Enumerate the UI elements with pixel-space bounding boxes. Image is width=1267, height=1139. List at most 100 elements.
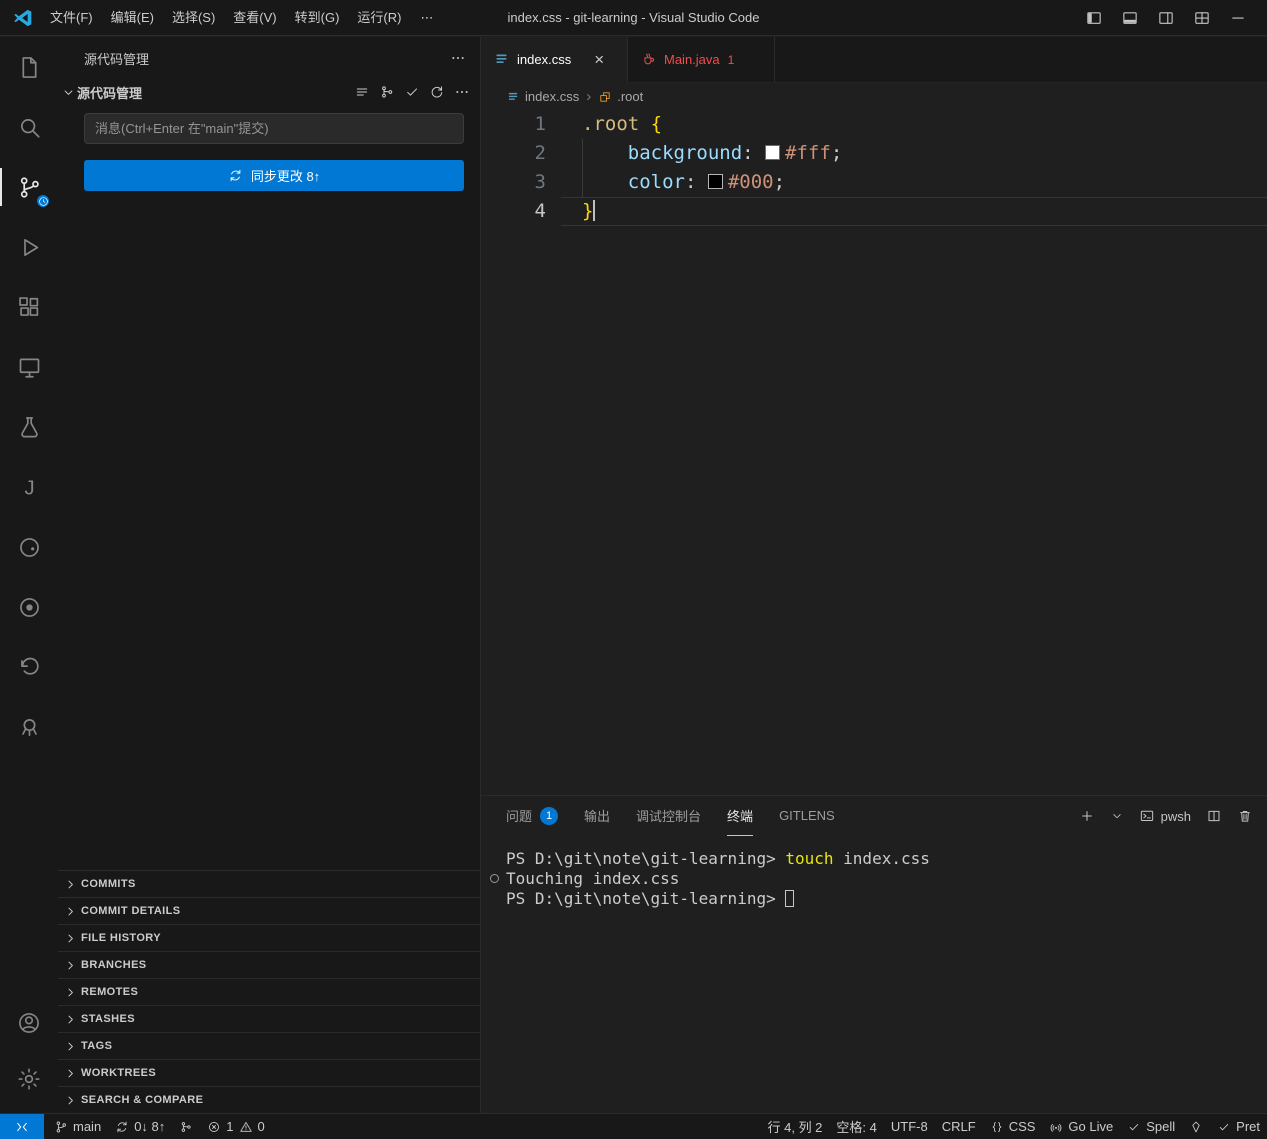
panel-tab[interactable]: 终端 — [727, 796, 753, 836]
minimize-icon[interactable] — [1225, 6, 1251, 30]
activity-bar-item[interactable] — [0, 697, 58, 757]
menu-item[interactable]: 文件(F) — [41, 5, 102, 31]
sidebar-section-header[interactable]: STASHES — [58, 1005, 480, 1032]
problems-indicator[interactable]: 1 0 — [200, 1114, 271, 1139]
terminal-shell-item[interactable]: pwsh — [1139, 808, 1191, 824]
sync-status[interactable]: 0↓ 8↑ — [108, 1114, 172, 1139]
color-swatch[interactable] — [708, 174, 723, 189]
window-title: index.css - git-learning - Visual Studio… — [508, 10, 760, 25]
toggle-secondary-sidebar-icon[interactable] — [1153, 6, 1179, 30]
section-label: SEARCH & COMPARE — [81, 1094, 203, 1106]
encoding-setting[interactable]: UTF-8 — [884, 1114, 935, 1139]
activity-bar-item[interactable] — [0, 217, 58, 277]
close-icon[interactable]: × — [594, 51, 604, 68]
split-editor-icon — [1206, 808, 1222, 824]
go-live-button[interactable]: Go Live — [1042, 1114, 1120, 1139]
breadcrumb-item[interactable]: .root — [598, 89, 643, 104]
octopus-icon — [16, 714, 43, 741]
menu-item[interactable]: 选择(S) — [163, 5, 224, 31]
panel-tab[interactable]: 输出 — [584, 796, 610, 836]
minimize-icon — [1229, 9, 1247, 27]
code-line[interactable]: 4} — [481, 197, 1267, 226]
panel-tab[interactable]: GITLENS — [779, 796, 835, 836]
check-icon — [1217, 1120, 1231, 1134]
customize-layout-icon[interactable] — [1189, 6, 1215, 30]
language-mode[interactable]: CSS — [983, 1114, 1043, 1139]
chevron-down-icon — [61, 85, 76, 100]
activity-bar-item[interactable] — [0, 1051, 58, 1107]
remote-indicator[interactable] — [0, 1114, 44, 1139]
gitlens-status[interactable] — [1182, 1114, 1210, 1139]
code-area[interactable]: 1.root {2 background: #fff;3 color: #000… — [481, 110, 1267, 226]
menu-item[interactable]: 查看(V) — [224, 5, 285, 31]
split-terminal-icon[interactable] — [1206, 808, 1222, 824]
layout-sidebar-right-icon — [1157, 9, 1175, 27]
more-icon[interactable] — [454, 84, 470, 100]
css-file-icon — [506, 90, 520, 104]
commit-check-icon[interactable] — [404, 84, 420, 100]
commit-message-input[interactable] — [84, 113, 464, 144]
panel-tab[interactable]: 问题1 — [506, 796, 558, 836]
language-label: CSS — [1009, 1119, 1036, 1134]
view-list-icon[interactable] — [354, 84, 370, 100]
activity-bar-item[interactable] — [0, 517, 58, 577]
cursor-position[interactable]: 行 4, 列 2 — [761, 1114, 830, 1139]
sidebar-section-header[interactable]: SEARCH & COMPARE — [58, 1086, 480, 1113]
scm-section-header[interactable]: 源代码管理 — [58, 79, 480, 105]
sidebar-section-header[interactable]: WORKTREES — [58, 1059, 480, 1086]
sidebar-section-header[interactable]: COMMIT DETAILS — [58, 897, 480, 924]
activity-bar-item[interactable] — [0, 995, 58, 1051]
sidebar-section-header[interactable]: TAGS — [58, 1032, 480, 1059]
editor-tab[interactable]: Main.java1 — [628, 37, 775, 82]
sidebar-section-header[interactable]: REMOTES — [58, 978, 480, 1005]
kill-terminal-icon[interactable] — [1237, 808, 1253, 824]
editor-tab[interactable]: index.css× — [481, 37, 628, 83]
sidebar-section-header[interactable]: FILE HISTORY — [58, 924, 480, 951]
prettier-status[interactable]: Pret — [1210, 1114, 1267, 1139]
toggle-sidebar-icon[interactable] — [1081, 6, 1107, 30]
line-number: 4 — [481, 197, 561, 226]
trash-icon — [1237, 808, 1253, 824]
activity-bar-item[interactable]: J — [0, 457, 58, 517]
menu-item[interactable]: 转到(G) — [286, 5, 349, 31]
sync-changes-button[interactable]: 同步更改 8↑ — [84, 160, 464, 191]
toggle-panel-icon[interactable] — [1117, 6, 1143, 30]
commit-graph-icon[interactable] — [379, 84, 395, 100]
terminal-dropdown-icon[interactable] — [1110, 809, 1124, 823]
branch-indicator[interactable]: main — [47, 1114, 108, 1139]
color-swatch[interactable] — [765, 145, 780, 160]
menu-item[interactable]: 编辑(E) — [102, 5, 163, 31]
refresh-icon[interactable] — [429, 84, 445, 100]
activity-bar-item[interactable] — [0, 277, 58, 337]
sidebar-section-header[interactable]: BRANCHES — [58, 951, 480, 978]
new-terminal-icon[interactable] — [1079, 808, 1095, 824]
activity-bar-item[interactable] — [0, 157, 58, 217]
terminal[interactable]: PS D:\git\note\git-learning> touch index… — [481, 836, 1267, 909]
activity-bar-item[interactable] — [0, 37, 58, 97]
section-label: COMMITS — [81, 878, 136, 890]
eol-setting[interactable]: CRLF — [935, 1114, 983, 1139]
more-actions-icon[interactable] — [450, 50, 466, 66]
chevron-right-icon — [63, 1066, 78, 1081]
sidebar-section-header[interactable]: COMMITS — [58, 870, 480, 897]
panel-tab[interactable]: 调试控制台 — [636, 796, 701, 836]
code-line[interactable]: 3 color: #000; — [481, 168, 1267, 197]
activity-bar-item[interactable] — [0, 97, 58, 157]
menu-overflow-button[interactable]: ⋯ — [410, 10, 443, 26]
breadcrumb-item[interactable]: index.css — [506, 89, 579, 104]
command-decoration-icon[interactable] — [490, 874, 499, 883]
terminal-line: Touching index.css — [506, 869, 1267, 889]
commit-graph-button[interactable] — [172, 1114, 200, 1139]
menu-item[interactable]: 运行(R) — [348, 5, 410, 31]
code-line[interactable]: 2 background: #fff; — [481, 139, 1267, 168]
code-line[interactable]: 1.root { — [481, 110, 1267, 139]
activity-bar-item[interactable] — [0, 577, 58, 637]
testing-icon — [16, 414, 43, 441]
terminal-line: PS D:\git\note\git-learning> — [506, 889, 1267, 909]
vscode-logo — [13, 8, 33, 28]
activity-bar-item[interactable] — [0, 637, 58, 697]
activity-bar-item[interactable] — [0, 337, 58, 397]
indentation-setting[interactable]: 空格: 4 — [829, 1114, 883, 1139]
activity-bar-item[interactable] — [0, 397, 58, 457]
spell-checker[interactable]: Spell — [1120, 1114, 1182, 1139]
